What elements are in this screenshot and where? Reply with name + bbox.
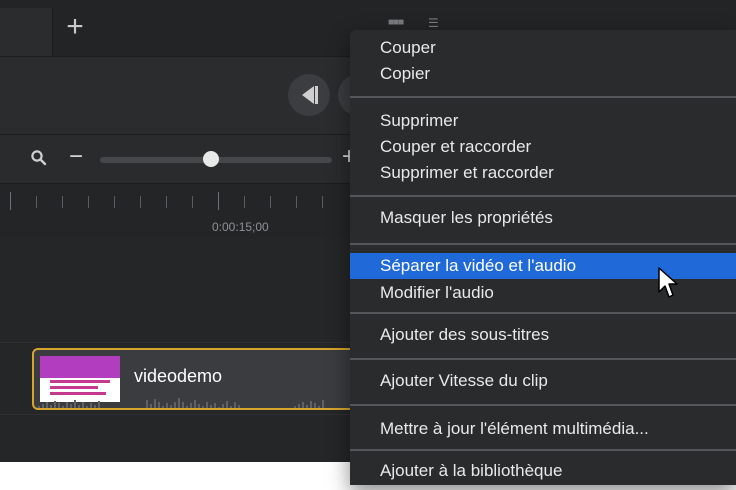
menu-item-ajouter-bibliotheque[interactable]: Ajouter à la bibliothèque — [350, 458, 736, 484]
menu-item-couper[interactable]: Couper — [350, 35, 736, 61]
menu-item-supprimer[interactable]: Supprimer — [350, 108, 736, 134]
menu-item-copier[interactable]: Copier — [350, 61, 736, 87]
zoom-out-button[interactable]: − — [66, 145, 86, 170]
menu-item-couper-et-raccorder[interactable]: Couper et raccorder — [350, 134, 736, 160]
list-icon[interactable]: ☰ — [428, 16, 444, 30]
plus-icon[interactable]: + — [60, 10, 90, 44]
menu-separator — [350, 358, 736, 360]
menu-separator — [350, 449, 736, 451]
previous-frame-icon — [302, 86, 318, 104]
menu-separator — [350, 312, 736, 314]
previous-frame-button[interactable] — [288, 74, 330, 116]
menu-item-ajouter-sous-titres[interactable]: Ajouter des sous-titres — [350, 322, 736, 348]
menu-separator — [350, 195, 736, 197]
tab-inactive[interactable] — [0, 8, 53, 56]
menu-item-ajouter-vitesse-clip[interactable]: Ajouter Vitesse du clip — [350, 368, 736, 394]
media-clip[interactable]: videodemo — [32, 348, 362, 410]
grid-icon[interactable]: ■■■ — [388, 18, 404, 28]
menu-item-supprimer-et-raccorder[interactable]: Supprimer et raccorder — [350, 160, 736, 186]
menu-separator — [350, 243, 736, 245]
ruler-timestamp: 0:00:15;00 — [212, 220, 269, 234]
menu-item-masquer-proprietes[interactable]: Masquer les propriétés — [350, 205, 736, 231]
audio-waveform — [38, 398, 324, 408]
magnifier-icon[interactable] — [30, 149, 48, 167]
zoom-slider-thumb[interactable] — [203, 151, 220, 167]
clip-title: videodemo — [134, 366, 223, 386]
mouse-pointer-icon — [658, 267, 678, 298]
menu-item-mettre-a-jour-media[interactable]: Mettre à jour l'élément multimédia... — [350, 416, 736, 442]
context-menu: Couper Copier Supprimer Couper et raccor… — [350, 30, 736, 485]
menu-separator — [350, 96, 736, 98]
menu-separator — [350, 404, 736, 406]
